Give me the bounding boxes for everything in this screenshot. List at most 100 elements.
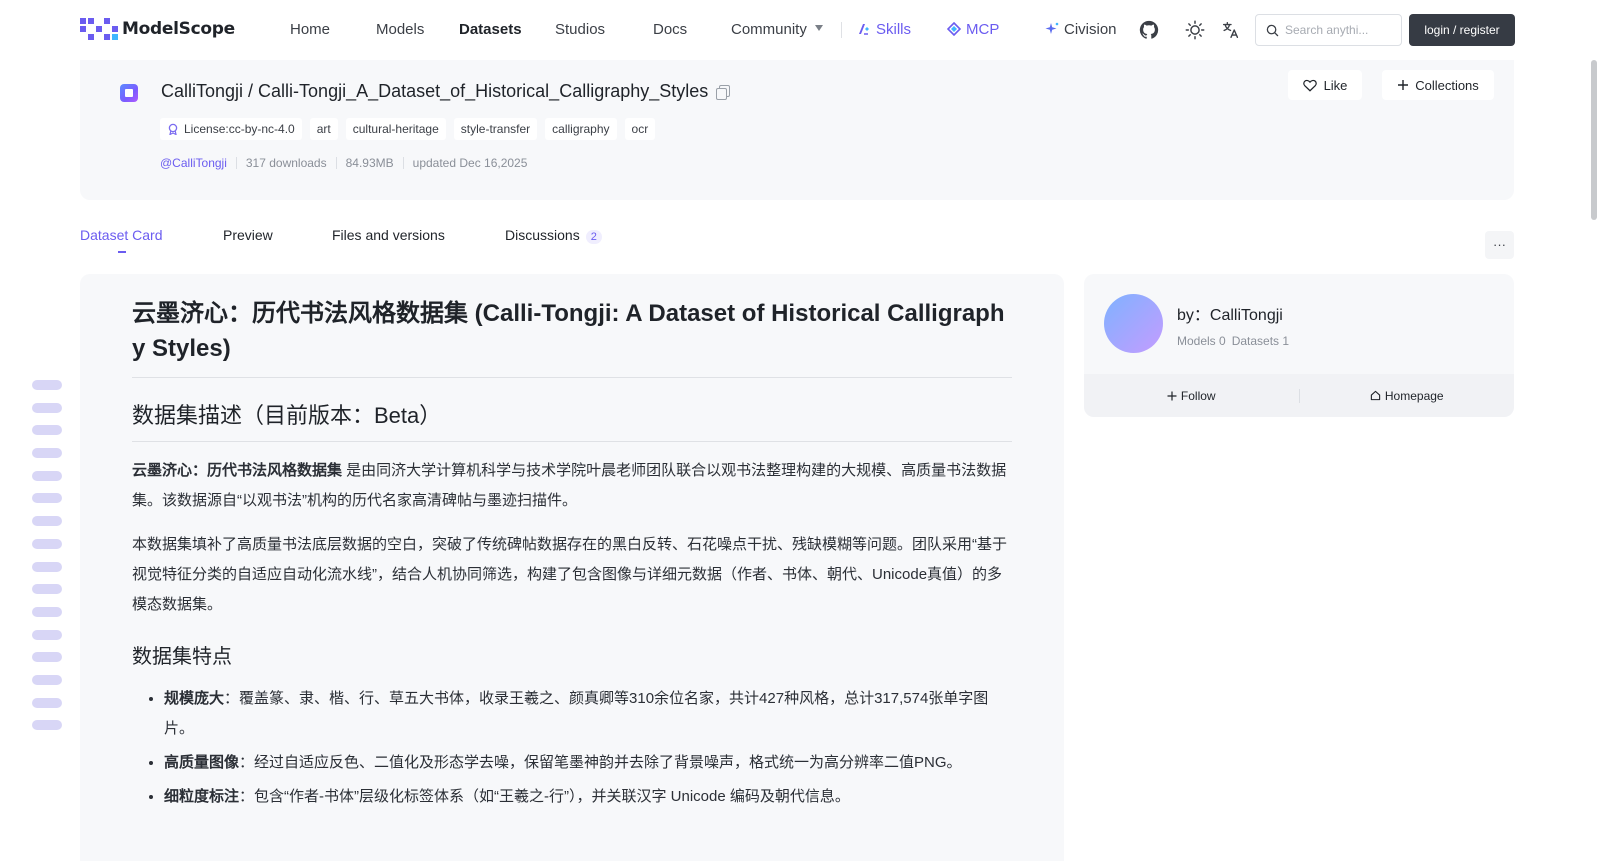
search-icon xyxy=(1266,24,1279,36)
search-box[interactable] xyxy=(1255,14,1402,46)
toc-item[interactable] xyxy=(32,674,62,685)
modelscope-logo[interactable]: ModelScope xyxy=(80,18,235,40)
toc-outline xyxy=(32,380,62,743)
download-count: 317 downloads xyxy=(235,157,336,169)
toc-item[interactable] xyxy=(32,720,62,731)
toc-item[interactable] xyxy=(32,697,62,708)
card-heading: 云墨济心：历代书法风格数据集 (Calli-Tongji: A Dataset … xyxy=(132,296,1012,378)
feature-text: ：经过自适应反色、二值化及形态学去噪，保留笔墨神韵并去除了背景噪声，格式统一为高… xyxy=(239,754,962,771)
tab-discussions-label: Discussions xyxy=(505,227,580,243)
owner-link[interactable]: @CalliTongji xyxy=(160,157,236,169)
feature-title: 高质量图像 xyxy=(164,754,240,771)
toc-item[interactable] xyxy=(32,493,62,504)
toc-item[interactable] xyxy=(32,538,62,549)
nav-community-label: Community xyxy=(731,21,807,38)
feature-text: ：覆盖篆、隶、楷、行、草五大书体，收录王羲之、颜真卿等310余位名家，共计427… xyxy=(164,690,989,737)
toc-item[interactable] xyxy=(32,448,62,459)
nav-mcp[interactable]: MCP xyxy=(947,21,999,38)
license-badge-icon xyxy=(168,123,178,135)
page-scrollbar[interactable] xyxy=(1591,60,1597,220)
tag-cultural-heritage[interactable]: cultural-heritage xyxy=(345,118,446,140)
search-input[interactable] xyxy=(1285,23,1395,37)
toc-item[interactable] xyxy=(32,652,62,663)
dataset-title-row: CalliTongji / Calli-Tongji_A_Dataset_of_… xyxy=(161,81,731,102)
tag-art[interactable]: art xyxy=(309,118,338,140)
follow-button[interactable]: Follow xyxy=(1084,374,1299,417)
collections-label: Collections xyxy=(1415,77,1479,93)
nav-civision-label: Civision xyxy=(1064,21,1117,38)
updated-date: updated Dec 16,2025 xyxy=(402,157,537,169)
nav-models[interactable]: Models xyxy=(376,21,424,38)
detail-paragraph: 本数据集填补了高质量书法底层数据的空白，突破了传统碑帖数据存在的黑白反转、石花噪… xyxy=(132,536,1008,613)
feature-title: 规模庞大 xyxy=(164,690,225,707)
author-name[interactable]: by：CalliTongji xyxy=(1177,301,1283,325)
list-item: 高质量图像：经过自适应反色、二值化及形态学去噪，保留笔墨神韵并去除了背景噪声，格… xyxy=(164,748,1012,778)
tag-calligraphy[interactable]: calligraphy xyxy=(545,118,617,140)
tab-discussions[interactable]: Discussions 2 xyxy=(505,227,602,244)
nav-skills[interactable]: Skills xyxy=(857,21,911,38)
tab-preview[interactable]: Preview xyxy=(223,227,273,243)
feature-title: 细粒度标注 xyxy=(164,788,240,805)
author-card: by：CalliTongji Models 0 Datasets 1 Follo… xyxy=(1084,274,1514,417)
dataset-title: CalliTongji / Calli-Tongji_A_Dataset_of_… xyxy=(161,81,709,101)
top-navigation: ModelScope Home Models Datasets Studios … xyxy=(0,0,1600,60)
dataset-size: 84.93MB xyxy=(335,157,403,169)
license-label: License:cc-by-nc-4.0 xyxy=(184,122,295,136)
avatar[interactable] xyxy=(1104,294,1163,353)
heart-icon xyxy=(1302,79,1317,92)
list-item: 规模庞大：覆盖篆、隶、楷、行、草五大书体，收录王羲之、颜真卿等310余位名家，共… xyxy=(164,684,1012,744)
active-tab-indicator xyxy=(118,251,126,253)
feature-text: ：包含“作者-书体”层级化标签体系（如“王羲之-行”），并关联汉字 Unicod… xyxy=(239,788,850,805)
more-options-button[interactable]: ··· xyxy=(1485,231,1514,259)
intro-bold: 云墨济心：历代书法风格数据集 xyxy=(132,462,343,479)
nav-studios[interactable]: Studios xyxy=(555,21,605,38)
tag-style-transfer[interactable]: style-transfer xyxy=(453,118,538,140)
toc-item[interactable] xyxy=(32,584,62,595)
logo-text: ModelScope xyxy=(122,19,235,39)
nav-community[interactable]: Community xyxy=(731,21,823,38)
language-icon[interactable] xyxy=(1220,19,1242,41)
tab-files-and-versions[interactable]: Files and versions xyxy=(332,227,445,243)
toc-item[interactable] xyxy=(32,606,62,617)
nav-civision[interactable]: Civision xyxy=(1045,21,1117,38)
homepage-label: Homepage xyxy=(1384,388,1444,403)
tag-list: License:cc-by-nc-4.0 art cultural-herita… xyxy=(160,118,656,140)
collections-button[interactable]: Collections xyxy=(1382,70,1494,100)
toc-item[interactable] xyxy=(32,425,62,436)
nav-home[interactable]: Home xyxy=(290,21,330,38)
description-heading: 数据集描述（目前版本：Beta） xyxy=(132,401,1012,442)
tab-dataset-card[interactable]: Dataset Card xyxy=(80,227,162,243)
dataset-header: CalliTongji / Calli-Tongji_A_Dataset_of_… xyxy=(80,60,1514,200)
toc-item[interactable] xyxy=(32,470,62,481)
author-counts: Models 0 Datasets 1 xyxy=(1177,334,1289,348)
dataset-meta: @CalliTongji 317 downloads 84.93MB updat… xyxy=(160,157,536,169)
features-list: 规模庞大：覆盖篆、隶、楷、行、草五大书体，收录王羲之、颜真卿等310余位名家，共… xyxy=(132,684,1012,812)
homepage-button[interactable]: Homepage xyxy=(1300,374,1515,417)
discussions-count-badge: 2 xyxy=(585,230,602,244)
toc-item[interactable] xyxy=(32,629,62,640)
nav-divider xyxy=(841,22,842,38)
theme-sun-icon[interactable] xyxy=(1184,19,1206,41)
login-register-button[interactable]: login / register xyxy=(1409,14,1515,46)
like-button[interactable]: Like xyxy=(1288,70,1362,100)
follow-label: Follow xyxy=(1180,388,1216,403)
copy-icon[interactable] xyxy=(716,85,731,100)
toc-item[interactable] xyxy=(32,561,62,572)
nav-datasets[interactable]: Datasets xyxy=(459,21,522,38)
nav-docs[interactable]: Docs xyxy=(653,21,687,38)
plus-icon xyxy=(1398,80,1409,90)
home-icon xyxy=(1370,390,1381,401)
models-count: Models 0 xyxy=(1177,334,1226,348)
like-label: Like xyxy=(1323,77,1348,93)
tag-ocr[interactable]: ocr xyxy=(624,118,656,140)
toc-item[interactable] xyxy=(32,380,62,390)
author-actions: Follow Homepage xyxy=(1084,374,1514,417)
toc-item[interactable] xyxy=(32,402,62,413)
toc-item[interactable] xyxy=(32,516,62,527)
chevron-down-icon xyxy=(814,25,823,32)
github-icon[interactable] xyxy=(1138,19,1160,41)
features-heading: 数据集特点 xyxy=(132,646,232,668)
license-tag[interactable]: License:cc-by-nc-4.0 xyxy=(160,118,302,140)
datasets-count: Datasets 1 xyxy=(1231,334,1290,348)
dataset-icon xyxy=(120,84,138,102)
